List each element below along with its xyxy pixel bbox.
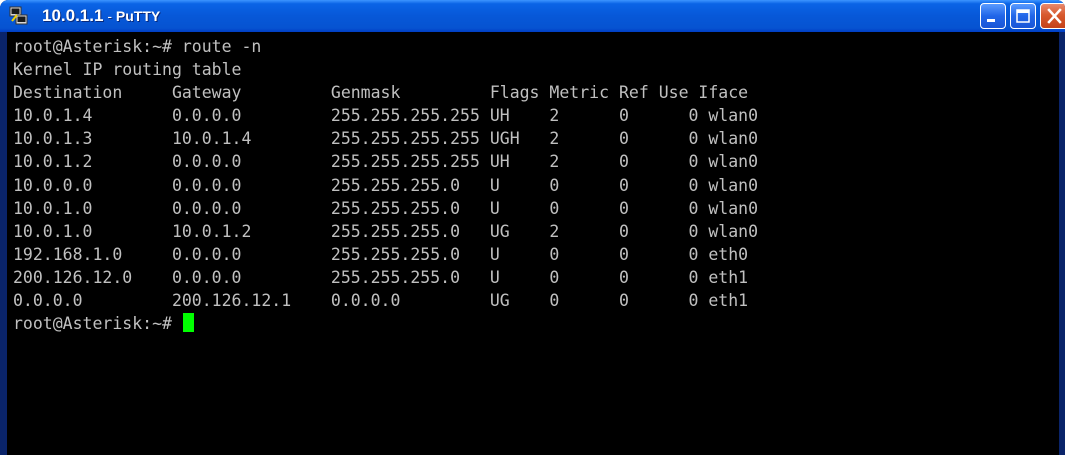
terminal-line: 10.0.1.4 0.0.0.0 255.255.255.255 UH 2 0 … xyxy=(13,106,759,126)
title-separator: - xyxy=(103,8,116,24)
minimize-button[interactable] xyxy=(980,3,1006,29)
putty-window: 10.0.1.1 - PuTTY root@Asterisk:~# route … xyxy=(0,0,1065,455)
title-host: 10.0.1.1 xyxy=(42,6,104,25)
prompt-line: root@Asterisk:~# xyxy=(13,312,758,335)
window-right-border xyxy=(1059,32,1065,455)
title-app-name: PuTTY xyxy=(115,8,161,24)
terminal-line: 10.0.0.0 0.0.0.0 255.255.255.0 U 0 0 0 w… xyxy=(13,175,759,195)
terminal-line: 192.168.1.0 0.0.0.0 255.255.255.0 U 0 0 … xyxy=(13,244,749,264)
terminal-line: 0.0.0.0 200.126.12.1 0.0.0.0 UG 0 0 0 et… xyxy=(13,291,749,311)
close-button[interactable] xyxy=(1040,3,1065,29)
terminal-line: 10.0.1.2 0.0.0.0 255.255.255.255 UH 2 0 … xyxy=(13,152,759,172)
terminal-line: root@Asterisk:~# route -n xyxy=(13,37,262,56)
terminal-area[interactable]: root@Asterisk:~# route -n Kernel IP rout… xyxy=(7,32,1059,455)
terminal-line: Destination Gateway Genmask Flags Metric… xyxy=(13,83,749,103)
window-title: 10.0.1.1 - PuTTY xyxy=(42,3,160,29)
title-bar[interactable]: 10.0.1.1 - PuTTY xyxy=(0,0,1065,32)
minimize-icon xyxy=(987,19,995,22)
terminal-line: 10.0.1.0 0.0.0.0 255.255.255.0 U 0 0 0 w… xyxy=(13,198,759,218)
maximize-button[interactable] xyxy=(1010,3,1036,29)
terminal-line: 10.0.1.3 10.0.1.4 255.255.255.255 UGH 2 … xyxy=(13,129,759,149)
terminal-line: 200.126.12.0 0.0.0.0 255.255.255.0 U 0 0… xyxy=(13,267,749,287)
terminal-line: 10.0.1.0 10.0.1.2 255.255.255.0 UG 2 0 0… xyxy=(13,221,759,241)
terminal-output: root@Asterisk:~# route -n Kernel IP rout… xyxy=(13,35,758,335)
terminal-line: Kernel IP routing table xyxy=(13,60,242,80)
shell-prompt: root@Asterisk:~# xyxy=(13,314,182,334)
close-icon xyxy=(1047,8,1062,24)
text-cursor xyxy=(182,313,194,333)
maximize-icon xyxy=(1016,9,1030,23)
putty-icon[interactable] xyxy=(9,6,29,26)
